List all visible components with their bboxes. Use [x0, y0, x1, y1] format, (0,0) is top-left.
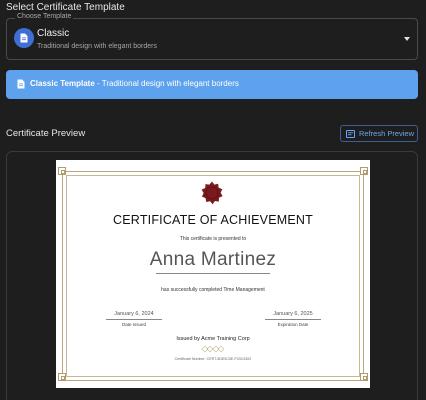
date-issued-value: January 6, 2024: [106, 311, 162, 320]
certificate-title: CERTIFICATE OF ACHIEVEMENT: [113, 213, 313, 227]
certificate-presented-text: This certificate is presented to: [179, 236, 247, 242]
corner-ornament-top-right: [360, 167, 368, 175]
preview-icon: [346, 130, 355, 138]
issuer-text: Issued by Acme Training Corp: [176, 336, 250, 342]
expiration-date-block: January 6, 2025 Expiration Date: [265, 311, 321, 327]
date-issued-label: Date Issued: [121, 322, 146, 327]
seal-icon: [201, 181, 223, 205]
certificate-number: Certificate Number: CERT-5DE5C5E-F03C430…: [174, 357, 252, 361]
certificate-preview-heading: Certificate Preview: [6, 128, 86, 139]
corner-ornament-top-left: [58, 167, 66, 175]
template-info-banner: Classic Template - Traditional design wi…: [6, 70, 418, 99]
template-info-name: Classic Template: [30, 79, 95, 88]
recipient-name: Anna Martinez: [149, 249, 277, 270]
template-info-separator: -: [94, 79, 102, 88]
template-info-text: Classic Template - Traditional design wi…: [30, 79, 239, 88]
recipient-underline: [156, 273, 270, 274]
date-issued-block: January 6, 2024 Date Issued: [106, 311, 162, 327]
corner-ornament-bottom-left: [58, 373, 66, 381]
template-info-description: Traditional design with elegant borders: [101, 79, 239, 88]
template-selected-name: Classic: [37, 28, 70, 39]
expiration-date-label: Expiration Date: [277, 322, 309, 327]
expiration-date-value: January 6, 2025: [265, 311, 321, 320]
refresh-preview-button[interactable]: Refresh Preview: [340, 125, 418, 142]
completion-text: has successfully completed Time Manageme…: [161, 287, 265, 293]
certificate: CERTIFICATE OF ACHIEVEMENT This certific…: [56, 160, 370, 388]
corner-ornament-bottom-right: [360, 373, 368, 381]
refresh-preview-label: Refresh Preview: [359, 129, 415, 138]
caret-down-icon[interactable]: [404, 37, 410, 41]
template-select[interactable]: Choose Template Classic Traditional desi…: [6, 13, 418, 60]
template-select-legend: Choose Template: [15, 13, 74, 20]
select-template-heading: Select Certificate Template: [6, 2, 125, 13]
ornament-icon: [201, 345, 225, 353]
document-icon: [17, 79, 25, 89]
template-selected-description: Traditional design with elegant borders: [37, 43, 157, 50]
document-icon: [14, 28, 34, 48]
